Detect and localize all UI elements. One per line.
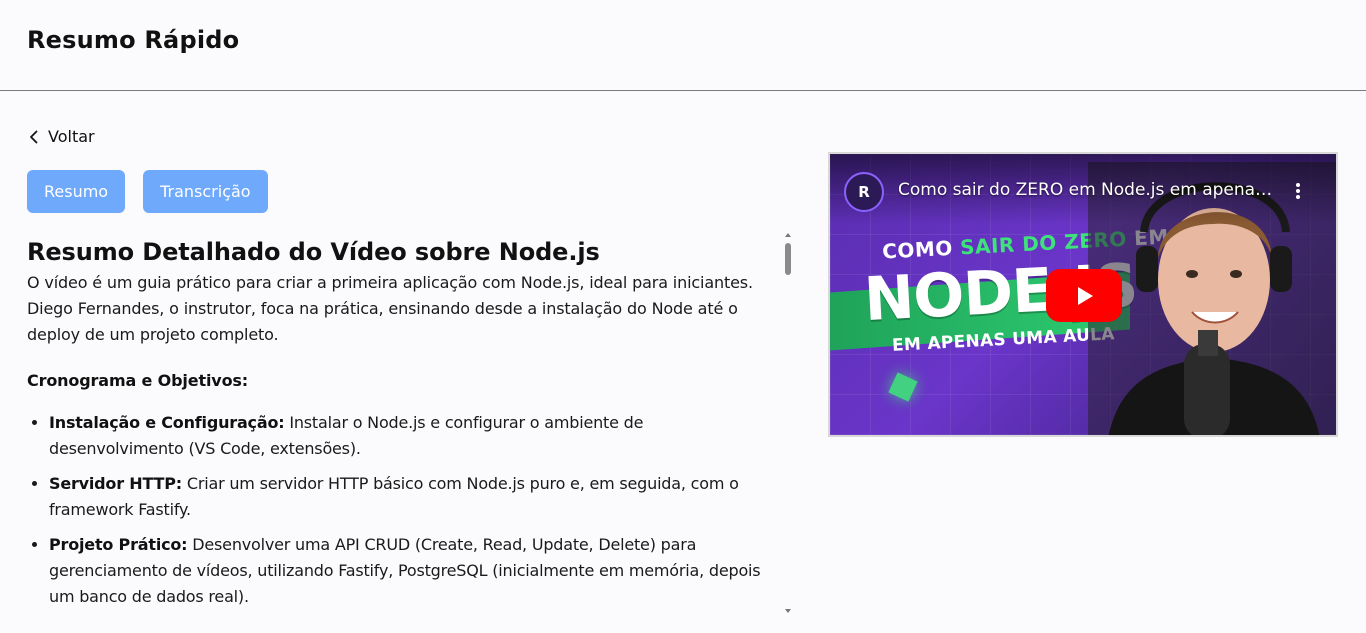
topic-label: Instalação e Configuração: (49, 413, 285, 432)
chevron-left-icon (30, 130, 38, 143)
summary-title: Resumo Detalhado do Vídeo sobre Node.js (27, 238, 600, 266)
tab-resumo[interactable]: Resumo (27, 170, 126, 213)
back-label: Voltar (48, 127, 95, 146)
topics-list: Instalação e Configuração: Instalar o No… (27, 410, 779, 610)
summary-scrollbar[interactable] (783, 233, 793, 613)
play-icon (1078, 286, 1093, 305)
scroll-thumb[interactable] (785, 243, 791, 275)
thumbnail-text-prefix: COMO (881, 235, 961, 264)
scroll-down-icon[interactable] (785, 609, 791, 613)
scroll-up-icon[interactable] (785, 233, 791, 237)
back-link[interactable]: Voltar (28, 127, 95, 146)
list-item: Servidor HTTP: Criar um servidor HTTP bá… (49, 471, 779, 523)
list-item: Projeto Prático: Desenvolver uma API CRU… (49, 532, 779, 610)
app-title: Resumo Rápido (27, 26, 240, 54)
play-button[interactable] (1046, 269, 1122, 322)
summary-intro: O vídeo é um guia prático para criar a p… (27, 273, 753, 344)
list-item: Instalação e Configuração: Instalar o No… (49, 410, 779, 462)
video-title[interactable]: Como sair do ZERO em Node.js em apenas u… (898, 180, 1276, 200)
tab-transcricao[interactable]: Transcrição (143, 170, 268, 213)
video-embed[interactable]: COMO SAIR DO ZERO EM NODE.JS EM APENAS U… (828, 152, 1338, 437)
more-vertical-icon[interactable] (1292, 180, 1304, 202)
tab-bar: Resumo Transcrição (27, 170, 268, 213)
summary-panel[interactable]: Resumo Detalhado do Vídeo sobre Node.js … (27, 232, 797, 612)
app-header: Resumo Rápido (0, 0, 1366, 91)
channel-avatar[interactable]: R (844, 172, 884, 212)
section-heading: Cronograma e Objetivos: (27, 371, 249, 390)
topic-label: Servidor HTTP: (49, 474, 182, 493)
topic-label: Projeto Prático: (49, 535, 188, 554)
